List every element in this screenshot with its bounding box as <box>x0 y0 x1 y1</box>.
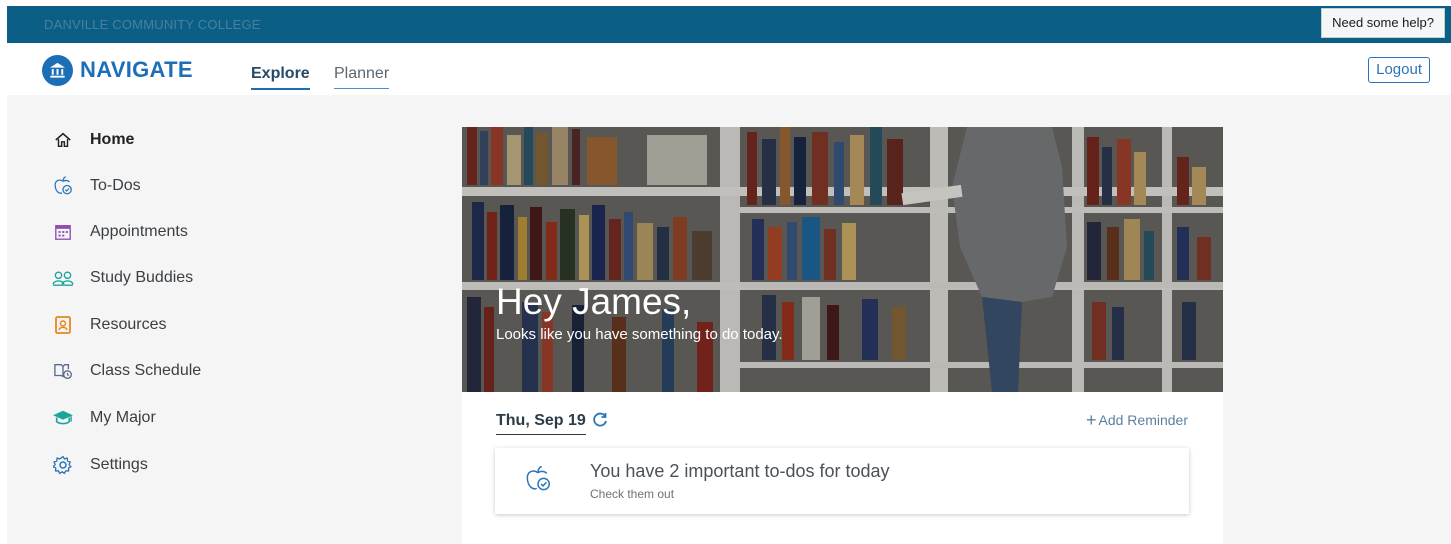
add-reminder-label: Add Reminder <box>1098 412 1189 428</box>
home-icon <box>52 129 74 151</box>
calendar-icon <box>52 221 74 243</box>
hero-subtitle: Looks like you have something to do toda… <box>496 326 783 343</box>
card-subtitle: Check them out <box>590 487 675 501</box>
graduation-cap-icon <box>52 407 74 429</box>
top-bar: DANVILLE COMMUNITY COLLEGE Need some hel… <box>7 6 1451 43</box>
agenda-date: Thu, Sep 19 <box>496 412 586 435</box>
sidebar-item-study-buddies[interactable]: Study Buddies <box>52 265 193 291</box>
gear-icon <box>52 454 74 476</box>
college-name: DANVILLE COMMUNITY COLLEGE <box>44 17 261 32</box>
sidebar-item-label: To-Dos <box>90 177 141 194</box>
logout-button[interactable]: Logout <box>1368 57 1430 83</box>
card-title: You have 2 important to-dos for today <box>590 461 890 481</box>
sidebar-item-class-schedule[interactable]: Class Schedule <box>52 358 201 384</box>
todo-summary-card[interactable]: You have 2 important to-dos for today Ch… <box>495 448 1189 514</box>
nav-bar: NAVIGATE Explore Planner Logout <box>7 43 1451 95</box>
refresh-icon[interactable] <box>592 412 608 433</box>
sidebar-item-resources[interactable]: Resources <box>52 312 166 338</box>
sidebar-item-label: Study Buddies <box>90 269 194 286</box>
navigate-logo[interactable]: NAVIGATE <box>42 54 193 86</box>
hero-greeting: Hey James, <box>496 281 692 322</box>
sidebar-item-label: Home <box>90 131 135 148</box>
sidebar-item-label: Appointments <box>90 223 188 240</box>
help-button[interactable]: Need some help? <box>1321 8 1445 38</box>
hero-banner: Hey James, Looks like you have something… <box>462 127 1223 392</box>
apple-check-icon <box>523 464 553 499</box>
book-clock-icon <box>52 360 74 382</box>
tab-planner[interactable]: Planner <box>334 65 390 89</box>
sidebar-item-label: Class Schedule <box>90 362 202 379</box>
plus-icon: + <box>1085 410 1097 430</box>
logo-building-icon <box>42 54 73 86</box>
sidebar-item-settings[interactable]: Settings <box>52 452 148 478</box>
sidebar-item-label: My Major <box>90 409 156 426</box>
apple-check-icon <box>52 175 74 197</box>
main-panel: Hey James, Looks like you have something… <box>462 127 1223 544</box>
sidebar-item-todos[interactable]: To-Dos <box>52 173 141 199</box>
sidebar-item-home[interactable]: Home <box>52 127 134 153</box>
agenda-date-row: Thu, Sep 19 <box>496 412 608 435</box>
content-area: Home To-Dos Appointments Study Buddies R… <box>7 95 1451 544</box>
contact-card-icon <box>52 314 74 336</box>
sidebar-item-my-major[interactable]: My Major <box>52 405 156 431</box>
add-reminder-button[interactable]: + Add Reminder <box>1085 410 1189 430</box>
bookshelf-photo <box>462 127 1223 392</box>
sidebar-item-appointments[interactable]: Appointments <box>52 219 188 245</box>
sidebar-item-label: Settings <box>90 456 148 473</box>
tab-explore[interactable]: Explore <box>251 65 310 90</box>
people-icon <box>52 267 74 289</box>
logo-text: NAVIGATE <box>80 57 193 82</box>
sidebar-item-label: Resources <box>90 316 167 333</box>
